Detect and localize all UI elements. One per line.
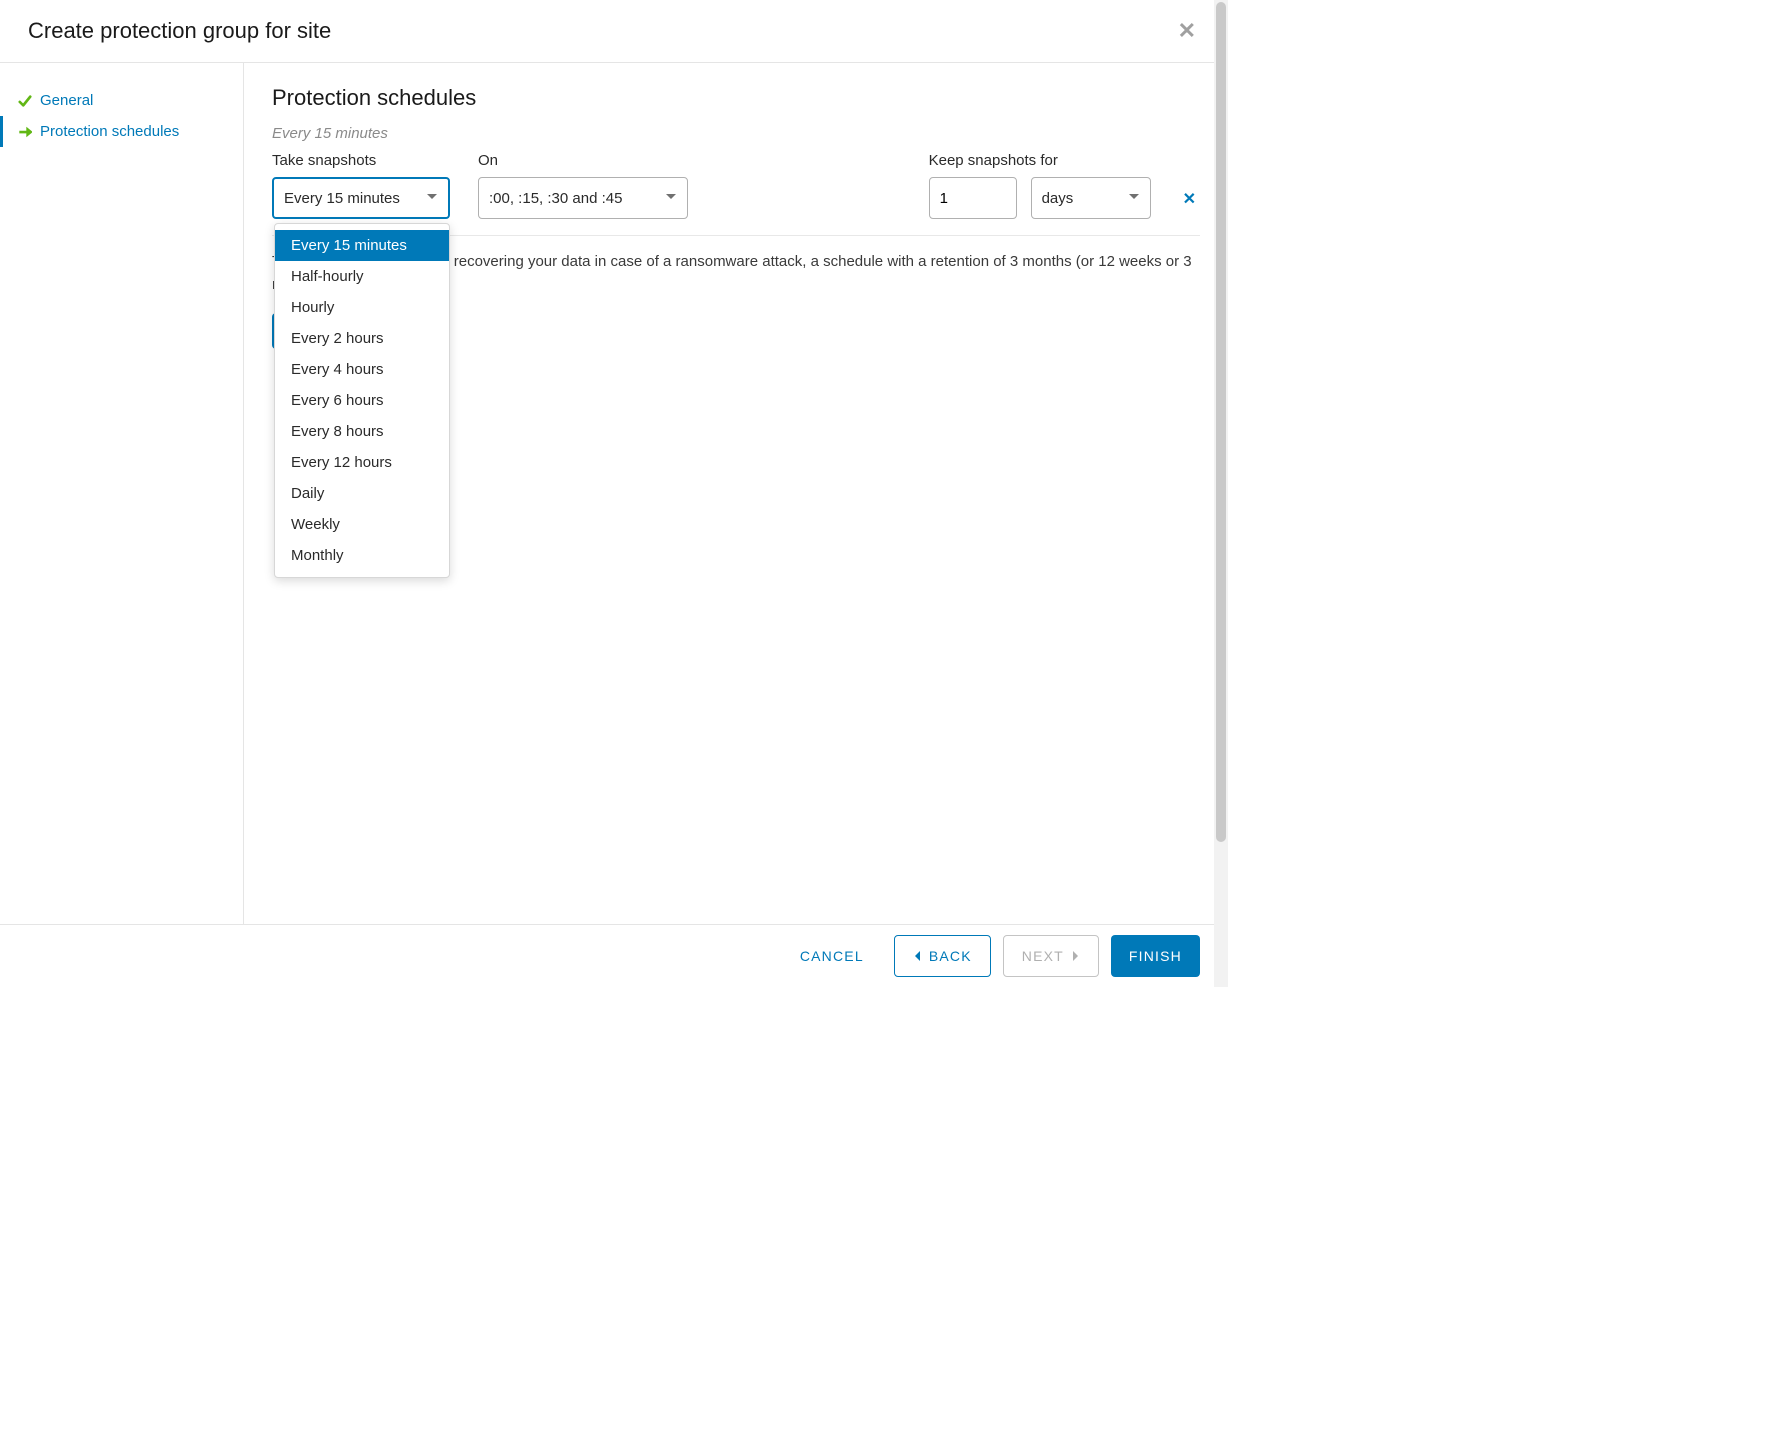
next-button: NEXT xyxy=(1003,935,1099,977)
option-every-4-hours[interactable]: Every 4 hours xyxy=(275,354,449,385)
snapshot-frequency-value: Every 15 minutes xyxy=(284,190,400,207)
modal-body: General Protection schedules Protection … xyxy=(0,63,1228,924)
sidebar-item-protection-schedules[interactable]: Protection schedules xyxy=(0,116,243,147)
main-panel: Protection schedules Every 15 minutes Ta… xyxy=(244,63,1228,924)
chevron-left-icon xyxy=(913,950,923,962)
scrollbar[interactable] xyxy=(1214,63,1228,924)
chevron-down-icon xyxy=(665,190,677,207)
keep-value-input[interactable] xyxy=(929,177,1017,219)
option-every-8-hours[interactable]: Every 8 hours xyxy=(275,416,449,447)
label-take-snapshots: Take snapshots xyxy=(272,152,450,169)
field-keep-for: Keep snapshots for days xyxy=(929,152,1151,219)
on-times-select[interactable]: :00, :15, :30 and :45 xyxy=(478,177,688,219)
back-button[interactable]: BACK xyxy=(894,935,991,977)
option-every-6-hours[interactable]: Every 6 hours xyxy=(275,385,449,416)
close-icon[interactable]: ✕ xyxy=(1174,18,1200,44)
option-half-hourly[interactable]: Half-hourly xyxy=(275,261,449,292)
keep-group: days xyxy=(929,177,1151,219)
label-on: On xyxy=(478,152,688,169)
next-label: NEXT xyxy=(1022,948,1064,964)
keep-value-field[interactable] xyxy=(940,190,1006,207)
check-icon xyxy=(18,93,34,109)
remove-schedule-icon[interactable]: ✕ xyxy=(1179,185,1200,213)
on-times-value: :00, :15, :30 and :45 xyxy=(489,190,622,207)
modal-title: Create protection group for site xyxy=(28,18,331,44)
arrow-right-icon xyxy=(18,124,34,140)
section-title: Protection schedules xyxy=(272,85,1200,111)
keep-unit-value: days xyxy=(1042,190,1074,207)
wizard-sidebar: General Protection schedules xyxy=(0,63,244,924)
sidebar-item-general[interactable]: General xyxy=(0,85,243,116)
option-every-15-minutes[interactable]: Every 15 minutes xyxy=(275,230,449,261)
option-daily[interactable]: Daily xyxy=(275,478,449,509)
snapshot-frequency-select[interactable]: Every 15 minutes Every 15 minutes Half-h… xyxy=(272,177,450,219)
label-keep-for: Keep snapshots for xyxy=(929,152,1151,169)
field-take-snapshots: Take snapshots Every 15 minutes Every 15… xyxy=(272,152,450,219)
scrollbar-thumb[interactable] xyxy=(1216,63,1226,842)
schedule-row: Take snapshots Every 15 minutes Every 15… xyxy=(272,152,1200,236)
option-weekly[interactable]: Weekly xyxy=(275,509,449,540)
option-every-2-hours[interactable]: Every 2 hours xyxy=(275,323,449,354)
option-hourly[interactable]: Hourly xyxy=(275,292,449,323)
chevron-down-icon xyxy=(426,190,438,207)
keep-unit-select[interactable]: days xyxy=(1031,177,1151,219)
field-on: On :00, :15, :30 and :45 xyxy=(478,152,688,219)
schedule-name: Every 15 minutes xyxy=(272,125,1200,142)
modal-footer: CANCEL BACK NEXT FINISH xyxy=(0,924,1228,987)
modal: Create protection group for site ✕ Gener… xyxy=(0,0,1228,987)
sidebar-item-label: General xyxy=(40,92,93,109)
sidebar-item-label: Protection schedules xyxy=(40,123,179,140)
cancel-button[interactable]: CANCEL xyxy=(782,935,882,977)
frequency-dropdown: Every 15 minutes Half-hourly Hourly Ever… xyxy=(274,223,450,578)
option-monthly[interactable]: Monthly xyxy=(275,540,449,571)
modal-header: Create protection group for site ✕ xyxy=(0,0,1228,63)
chevron-down-icon xyxy=(1128,190,1140,207)
chevron-right-icon xyxy=(1070,950,1080,962)
option-every-12-hours[interactable]: Every 12 hours xyxy=(275,447,449,478)
back-label: BACK xyxy=(929,948,972,964)
finish-button[interactable]: FINISH xyxy=(1111,935,1200,977)
